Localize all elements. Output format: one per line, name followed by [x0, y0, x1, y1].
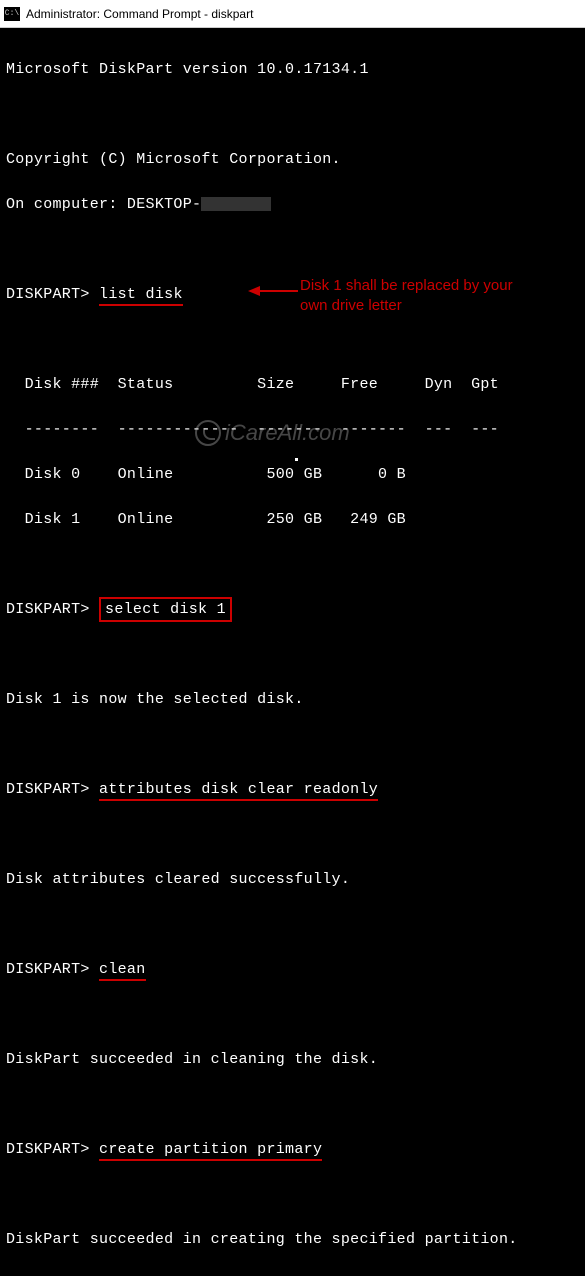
- cursor-dot: [295, 458, 298, 461]
- prompt-line: DISKPART> create partition primary: [6, 1139, 579, 1162]
- msg-clean: DiskPart succeeded in cleaning the disk.: [6, 1049, 579, 1072]
- prompt-text: DISKPART>: [6, 1141, 90, 1158]
- cmd-icon: C:\: [4, 7, 20, 21]
- copyright-line: Copyright (C) Microsoft Corporation.: [6, 149, 579, 172]
- version-line: Microsoft DiskPart version 10.0.17134.1: [6, 59, 579, 82]
- blank-line: [6, 104, 579, 127]
- blank-line: [6, 734, 579, 757]
- window-title-bar: C:\ Administrator: Command Prompt - disk…: [0, 0, 585, 28]
- msg-create-partition: DiskPart succeeded in creating the speci…: [6, 1229, 579, 1252]
- prompt-line: DISKPART> select disk 1: [6, 599, 579, 622]
- blank-line: [6, 554, 579, 577]
- cmd-list-disk: list disk: [99, 286, 183, 306]
- redacted-hostname: [201, 197, 271, 211]
- prompt-text: DISKPART>: [6, 781, 90, 798]
- prompt-text: DISKPART>: [6, 286, 90, 303]
- blank-line: [6, 329, 579, 352]
- cmd-attributes: attributes disk clear readonly: [99, 781, 378, 801]
- cmd-create-partition: create partition primary: [99, 1141, 322, 1161]
- computer-line: On computer: DESKTOP-: [6, 194, 579, 217]
- blank-line: [6, 644, 579, 667]
- blank-line: [6, 1004, 579, 1027]
- msg-selected: Disk 1 is now the selected disk.: [6, 689, 579, 712]
- msg-attributes: Disk attributes cleared successfully.: [6, 869, 579, 892]
- table-divider: -------- ------------- ------- ------- -…: [6, 419, 579, 442]
- blank-line: [6, 1184, 579, 1207]
- computer-prefix: On computer: DESKTOP-: [6, 196, 201, 213]
- annotation-text: Disk 1 shall be replaced by your own dri…: [300, 276, 530, 315]
- terminal-output[interactable]: Microsoft DiskPart version 10.0.17134.1 …: [0, 28, 585, 1276]
- blank-line: [6, 914, 579, 937]
- blank-line: [6, 239, 579, 262]
- blank-line: [6, 824, 579, 847]
- blank-line: [6, 1274, 579, 1276]
- prompt-line: DISKPART> attributes disk clear readonly: [6, 779, 579, 802]
- prompt-line: DISKPART> clean: [6, 959, 579, 982]
- table-header: Disk ### Status Size Free Dyn Gpt: [6, 374, 579, 397]
- blank-line: [6, 1094, 579, 1117]
- prompt-text: DISKPART>: [6, 961, 90, 978]
- table-row: Disk 0 Online 500 GB 0 B: [6, 464, 579, 487]
- cmd-select-disk: select disk 1: [99, 597, 232, 622]
- arrow-icon: [248, 283, 298, 299]
- cmd-clean: clean: [99, 961, 146, 981]
- prompt-text: DISKPART>: [6, 601, 90, 618]
- table-row: Disk 1 Online 250 GB 249 GB: [6, 509, 579, 532]
- window-title-text: Administrator: Command Prompt - diskpart: [26, 7, 253, 21]
